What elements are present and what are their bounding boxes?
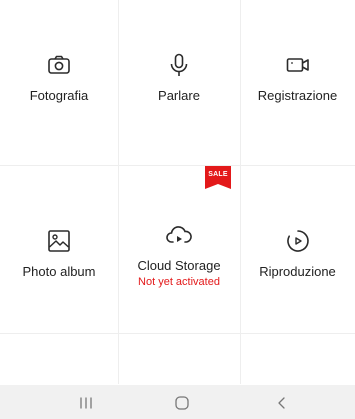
grid-item-label: Fotografia <box>29 88 89 103</box>
microphone-icon <box>170 53 188 76</box>
grid-item-parlare[interactable]: Parlare <box>118 52 240 103</box>
sale-badge: SALE <box>205 166 231 189</box>
replay-icon <box>286 230 309 252</box>
home-button[interactable] <box>162 391 202 415</box>
screen: Fotografia Parlare Registrazione Photo a… <box>0 0 355 419</box>
camera-icon <box>48 55 70 74</box>
grid-item-label: Registrazione <box>257 88 338 103</box>
recent-apps-button[interactable] <box>66 391 106 415</box>
grid-item-label: Photo album <box>22 264 96 279</box>
image-icon <box>48 230 70 252</box>
video-camera-icon <box>286 58 309 72</box>
grid-item-photo-album[interactable]: Photo album <box>0 228 118 279</box>
back-button[interactable] <box>262 391 302 415</box>
home-icon <box>175 396 189 410</box>
grid-item-riproduzione[interactable]: Riproduzione <box>240 228 355 279</box>
recent-apps-icon <box>80 397 92 409</box>
feature-grid: Fotografia Parlare Registrazione Photo a… <box>0 0 355 384</box>
grid-divider <box>0 333 355 334</box>
grid-item-label: Parlare <box>158 88 200 103</box>
activation-status: Not yet activated <box>138 276 220 288</box>
grid-item-cloud-storage[interactable]: Cloud Storage Not yet activated <box>118 222 240 288</box>
grid-item-label: Riproduzione <box>259 264 336 279</box>
grid-divider <box>0 165 355 166</box>
system-navigation-bar <box>0 385 355 419</box>
grid-item-registrazione[interactable]: Registrazione <box>240 52 355 103</box>
back-icon <box>278 397 285 409</box>
grid-item-fotografia[interactable]: Fotografia <box>0 52 118 103</box>
grid-item-label: Cloud Storage <box>137 258 221 273</box>
cloud-play-icon <box>166 226 192 243</box>
sale-badge-label: SALE <box>208 171 228 178</box>
